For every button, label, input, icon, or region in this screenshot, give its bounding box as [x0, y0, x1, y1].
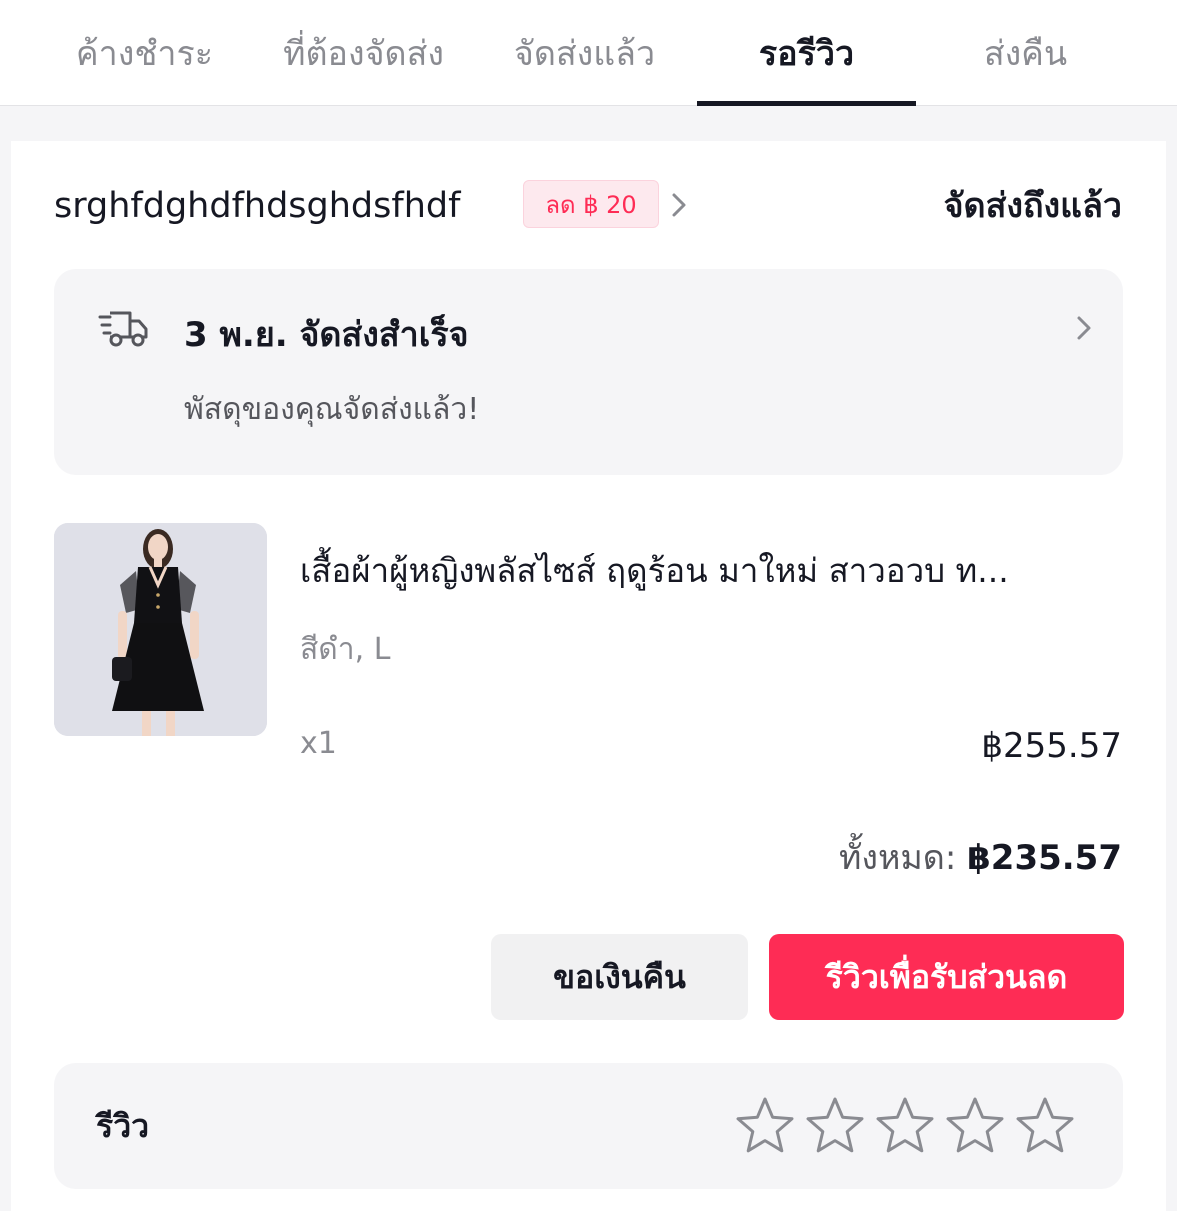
tab-to-ship[interactable]: ที่ต้องจัดส่ง — [254, 0, 473, 106]
shop-name[interactable]: srghfdghdfhdsghdsfhdf — [54, 181, 460, 231]
order-total: ทั้งหมด: ฿235.57 — [839, 831, 1122, 885]
tab-pending-payment[interactable]: ค้างชำระ — [35, 0, 254, 106]
delivery-status-panel[interactable]: 3 พ.ย. จัดส่งสำเร็จ พัสดุของคุณจัดส่งแล้… — [54, 269, 1123, 475]
order-card: srghfdghdfhdsghdsfhdf ลด ฿ 20 จัดส่งถึงแ… — [11, 141, 1166, 1211]
delivery-title: 3 พ.ย. จัดส่งสำเร็จ — [184, 315, 469, 355]
review-for-discount-button[interactable]: รีวิวเพื่อรับส่วนลด — [769, 934, 1124, 1020]
product-quantity: x1 — [300, 726, 337, 761]
product-image[interactable] — [54, 523, 267, 736]
star-outline-icon[interactable] — [734, 1095, 796, 1157]
tab-to-review[interactable]: รอรีวิว — [697, 0, 916, 106]
dress-photo — [54, 523, 267, 736]
discount-badge: ลด ฿ 20 — [523, 180, 659, 228]
chevron-right-icon[interactable] — [667, 191, 691, 219]
delivery-truck-icon — [98, 311, 148, 347]
review-panel: รีวิว — [54, 1063, 1123, 1189]
request-refund-button[interactable]: ขอเงินคืน — [491, 934, 748, 1020]
total-value: ฿235.57 — [967, 838, 1122, 878]
order-status-tabs: ค้างชำระ ที่ต้องจัดส่ง จัดส่งแล้ว รอรีวิ… — [0, 0, 1177, 106]
product-price: ฿255.57 — [981, 726, 1122, 766]
active-tab-indicator — [697, 101, 916, 106]
product-title[interactable]: เสื้อผ้าผู้หญิงพลัสไซส์ ฤดูร้อน มาใหม่ ส… — [300, 546, 1124, 596]
total-label: ทั้งหมด: — [838, 838, 957, 878]
star-outline-icon[interactable] — [804, 1095, 866, 1157]
review-label: รีวิว — [96, 1107, 150, 1145]
tab-shipped[interactable]: จัดส่งแล้ว — [475, 0, 694, 106]
chevron-right-icon[interactable] — [1073, 314, 1095, 342]
star-outline-icon[interactable] — [944, 1095, 1006, 1157]
delivery-subtitle: พัสดุของคุณจัดส่งแล้ว! — [184, 392, 480, 427]
product-variant: สีดำ, L — [300, 632, 391, 667]
star-outline-icon[interactable] — [874, 1095, 936, 1157]
tab-returns[interactable]: ส่งคืน — [916, 0, 1135, 106]
shop-header[interactable]: srghfdghdfhdsghdsfhdf ลด ฿ 20 จัดส่งถึงแ… — [11, 141, 1166, 269]
star-rating — [734, 1095, 1084, 1157]
order-status: จัดส่งถึงแล้ว — [943, 186, 1122, 226]
star-outline-icon[interactable] — [1014, 1095, 1076, 1157]
